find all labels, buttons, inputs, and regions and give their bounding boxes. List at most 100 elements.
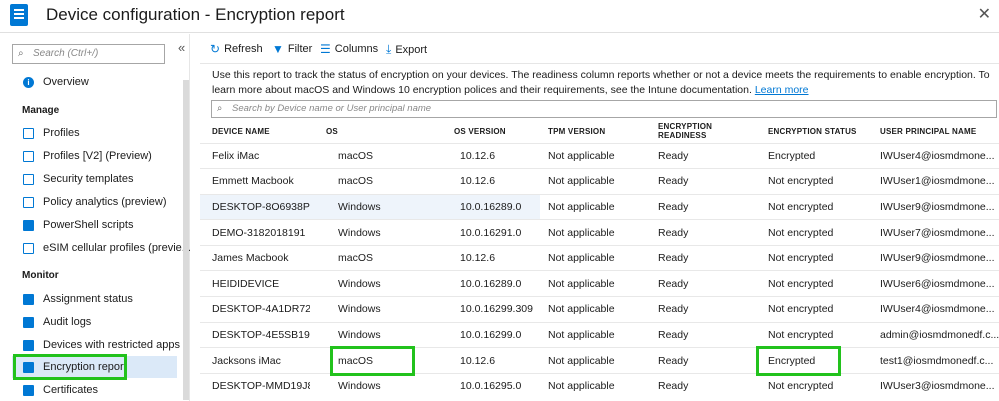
columns-icon: ☰ [320, 42, 331, 56]
encryption-readiness-cell: Ready [650, 244, 760, 271]
user-principal-name-cell: IWUser6@iosmdmone... [872, 270, 999, 297]
column-header-user-principal-name[interactable]: USER PRINCIPAL NAME [872, 120, 999, 143]
search-icon: ⌕ [217, 103, 223, 114]
close-icon[interactable]: ✕ [978, 4, 991, 24]
audit-icon [23, 316, 34, 328]
sidebar-item-label: Overview [43, 76, 89, 88]
encryption-readiness-cell: Ready [650, 321, 760, 348]
user-principal-name-cell: IWUser3@iosmdmone... [872, 372, 999, 399]
blade-header: Device configuration - Encryption report… [0, 0, 999, 33]
learn-more-link[interactable]: Learn more [755, 84, 809, 96]
sidebar-item-profiles-v2[interactable]: Profiles [V2] (Preview) [12, 145, 177, 167]
column-header-os-version[interactable]: OS VERSION [430, 120, 540, 143]
tpm-version-cell: Not applicable [540, 244, 650, 271]
table-row[interactable]: DESKTOP-4A1DR72 Windows 10.0.16299.309 Not … [200, 296, 999, 323]
os-version-cell: 10.0.16289.0 [430, 193, 540, 220]
sidebar-item-label: Policy analytics (preview) [43, 196, 167, 208]
sidebar-item-assignment-status[interactable]: Assignment status [12, 288, 177, 310]
column-header-encryption-readiness[interactable]: ENCRYPTION READINESS [650, 120, 760, 143]
column-header-encryption-status[interactable]: ENCRYPTION STATUS [760, 120, 872, 143]
collapse-sidebar-icon[interactable]: « [178, 40, 185, 55]
sidebar-search-placeholder: Search (Ctrl+/) [33, 48, 99, 59]
os-cell: Windows [310, 270, 430, 297]
encryption-readiness-cell: Ready [650, 347, 760, 374]
column-header-tpm-version[interactable]: TPM VERSION [540, 120, 650, 143]
column-header-device-name[interactable]: DEVICE NAME [200, 120, 310, 143]
sidebar-item-audit-logs[interactable]: Audit logs [12, 311, 177, 333]
encryption-readiness-cell: Ready [650, 193, 760, 220]
table-row[interactable]: DEMO-3182018191 Windows 10.0.16291.0 Not ap… [200, 219, 999, 246]
device-name-cell: Jacksons iMac [200, 347, 310, 374]
security-templates-icon [23, 173, 34, 185]
os-cell: Windows [310, 219, 430, 246]
tpm-version-cell: Not applicable [540, 347, 650, 374]
os-version-cell: 10.0.16299.0 [430, 321, 540, 348]
sidebar-item-label: Assignment status [43, 293, 133, 305]
sidebar-item-label: PowerShell scripts [43, 219, 134, 231]
refresh-button[interactable]: ↻ Refresh [210, 42, 263, 56]
encryption-status-cell: Not encrypted [760, 244, 872, 271]
sidebar-item-label: eSIM cellular profiles (previe... [43, 242, 191, 254]
encryption-status-cell: Not encrypted [760, 193, 872, 220]
monitor-heading: Monitor [22, 270, 59, 281]
sidebar-item-restricted-apps[interactable]: Devices with restricted apps [12, 334, 180, 356]
sidebar-item-encryption-report[interactable]: Encryption report [12, 356, 177, 378]
encryption-readiness-cell: Ready [650, 270, 760, 297]
export-label: Export [395, 43, 428, 56]
table-row[interactable]: DESKTOP-MMD19J8 Windows 10.0.16295.0 Not ap… [200, 372, 999, 399]
os-version-cell: 10.12.6 [430, 244, 540, 271]
sidebar-item-security-templates[interactable]: Security templates [12, 168, 177, 190]
user-principal-name-cell: IWUser7@iosmdmone... [872, 219, 999, 246]
powershell-icon [23, 219, 34, 231]
os-version-cell: 10.0.16289.0 [430, 270, 540, 297]
tpm-version-cell: Not applicable [540, 372, 650, 399]
table-row[interactable]: DESKTOP-4E5SB19 Windows 10.0.16299.0 Not ap… [200, 321, 999, 348]
column-header-os[interactable]: OS [310, 120, 430, 143]
sidebar-item-policy-analytics[interactable]: Policy analytics (preview) [12, 191, 177, 213]
filter-button[interactable]: ▼ Filter [272, 42, 312, 56]
sidebar-item-label: Encryption report [43, 361, 127, 373]
sidebar-item-overview[interactable]: i Overview [12, 71, 177, 93]
sidebar-item-profiles[interactable]: Profiles [12, 122, 177, 144]
search-icon: ⌕ [18, 48, 24, 59]
sidebar-item-esim-profiles[interactable]: eSIM cellular profiles (previe... [12, 237, 191, 259]
certificates-icon [23, 384, 34, 396]
refresh-icon: ↻ [210, 42, 221, 56]
encryption-status-cell: Not encrypted [760, 168, 872, 195]
encryption-status-cell: Not encrypted [760, 296, 872, 323]
device-name-cell: DESKTOP-4A1DR72 [200, 296, 310, 323]
encryption-readiness-cell: Ready [650, 168, 760, 195]
sidebar-scrollbar[interactable] [183, 80, 189, 400]
filter-label: Filter [287, 43, 313, 55]
tpm-version-cell: Not applicable [540, 296, 650, 323]
download-icon: ⤓ [386, 42, 392, 56]
encryption-status-cell: Not encrypted [760, 219, 872, 246]
table-row[interactable]: HEIDIDEVICE Windows 10.0.16289.0 Not applic… [200, 270, 999, 297]
user-principal-name-cell: IWUser9@iosmdmone... [872, 193, 999, 220]
sidebar-item-certificates[interactable]: Certificates [12, 379, 177, 401]
sidebar-item-label: Devices with restricted apps [43, 339, 180, 351]
tpm-version-cell: Not applicable [540, 142, 650, 169]
sidebar-search-input[interactable]: ⌕ Search (Ctrl+/) [12, 44, 165, 64]
manage-heading: Manage [22, 105, 60, 116]
export-button[interactable]: ⤓ Export [386, 42, 427, 57]
grid-search-input[interactable]: ⌕ Search by Device name or User principa… [211, 100, 997, 118]
table-row[interactable]: Jacksons iMac macOS 10.12.6 Not applicable R… [200, 347, 999, 374]
table-row[interactable]: James Macbook macOS 10.12.6 Not applicable R… [200, 244, 999, 271]
user-principal-name-cell: test1@iosmdmonedf.c... [872, 347, 999, 374]
encryption-icon [23, 361, 34, 373]
sidebar-item-label: Certificates [43, 384, 99, 396]
table-row[interactable]: Emmett Macbook macOS 10.12.6 Not applicable… [200, 168, 999, 195]
refresh-label: Refresh [224, 43, 263, 55]
os-version-cell: 10.12.6 [430, 142, 540, 169]
os-cell: Windows [310, 321, 430, 348]
os-cell: macOS [310, 347, 430, 374]
grid-search-placeholder: Search by Device name or User principal … [232, 103, 432, 114]
sidebar-item-powershell-scripts[interactable]: PowerShell scripts [12, 214, 177, 236]
os-version-cell: 10.12.6 [430, 347, 540, 374]
encryption-status-cell: Encrypted [760, 142, 872, 169]
columns-button[interactable]: ☰ Columns [320, 42, 378, 56]
tpm-version-cell: Not applicable [540, 321, 650, 348]
table-row[interactable]: Felix iMac macOS 10.12.6 Not applicable Read… [200, 142, 999, 169]
table-row[interactable]: DESKTOP-8O6938P Windows 10.0.16289.0 Not ap… [200, 193, 999, 220]
